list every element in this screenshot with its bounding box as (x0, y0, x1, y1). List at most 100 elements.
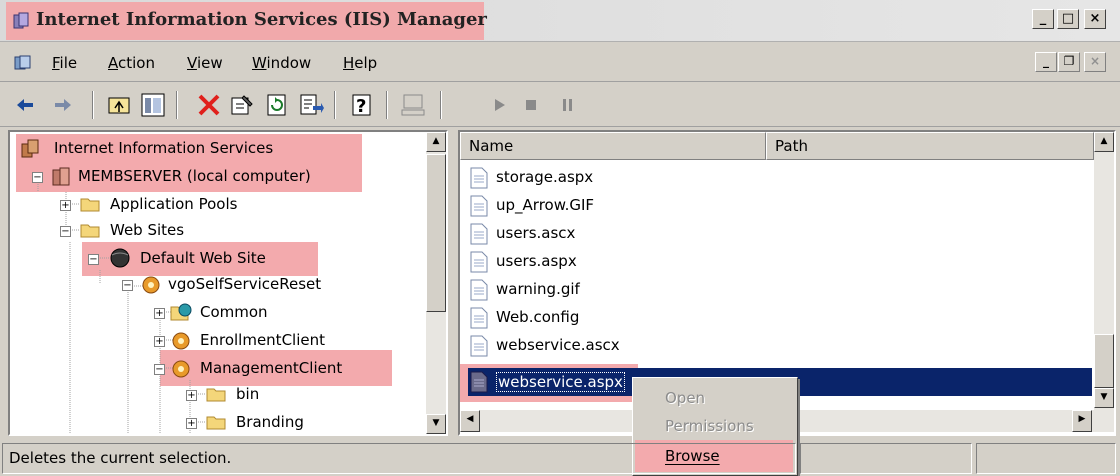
status-panel (976, 443, 1116, 474)
app-gear-icon (172, 332, 190, 350)
tree-node-managementclient[interactable]: − ManagementClient (152, 356, 392, 382)
help-icon[interactable]: ? (350, 92, 376, 118)
server-icon (52, 167, 70, 186)
tree-node-label: Web Sites (110, 221, 185, 239)
menu-view[interactable]: View (187, 54, 223, 72)
file-name: users.aspx (496, 252, 577, 270)
menu-window[interactable]: Window (252, 54, 311, 72)
folder-icon (80, 198, 100, 212)
file-name: warning.gif (496, 280, 580, 298)
scroll-down-icon[interactable]: ▼ (426, 414, 446, 434)
tree-node-label: ManagementClient (200, 359, 343, 377)
file-name: storage.aspx (496, 168, 594, 186)
file-name: webservice.aspx (496, 372, 625, 392)
app-gear-icon (172, 360, 190, 378)
list-scrollbar[interactable]: ▲ ▼ (1094, 132, 1114, 410)
expand-icon[interactable]: + (186, 418, 197, 429)
minimize-button[interactable]: _ (1032, 9, 1054, 29)
title-bar: Internet Information Services (IIS) Mana… (0, 0, 1120, 42)
file-icon (470, 335, 488, 357)
tree-pane[interactable]: Internet Information Services − MEMBSERV… (8, 130, 448, 436)
window-title: Internet Information Services (IIS) Mana… (36, 9, 487, 30)
scroll-thumb[interactable] (1094, 334, 1114, 388)
folder-icon (80, 224, 100, 238)
menu-file[interactable]: File (52, 54, 77, 72)
app-gear-icon (142, 276, 160, 294)
tree-node-label: bin (236, 385, 260, 403)
collapse-icon[interactable]: − (88, 254, 99, 265)
file-name: up_Arrow.GIF (496, 196, 595, 214)
export-list-icon[interactable] (298, 92, 324, 118)
properties-icon[interactable] (230, 92, 256, 118)
file-icon (470, 279, 488, 301)
tree-node-common[interactable]: + Common (152, 300, 392, 326)
tree-node-application-pools[interactable]: + Application Pools (50, 192, 330, 218)
toolbar-separator (334, 91, 336, 119)
tree-node-label: Default Web Site (140, 249, 266, 267)
expand-icon[interactable]: + (186, 390, 197, 401)
scroll-right-icon[interactable]: ▶ (1072, 410, 1092, 432)
up-folder-icon[interactable] (106, 92, 132, 118)
toolbar-separator (440, 91, 442, 119)
scroll-thumb[interactable] (426, 154, 446, 312)
show-tree-icon[interactable] (140, 92, 166, 118)
tree-scrollbar[interactable]: ▲ ▼ (426, 132, 446, 434)
file-icon (470, 371, 488, 393)
file-icon (470, 195, 488, 217)
tree-node-default-web-site[interactable]: − Default Web Site (82, 246, 322, 272)
status-message: Deletes the current selection. (2, 443, 796, 474)
refresh-icon[interactable] (264, 92, 290, 118)
tree-node-bin[interactable]: + bin (186, 382, 386, 408)
svg-text:?: ? (356, 96, 366, 117)
tree-node-web-sites[interactable]: − Web Sites (50, 218, 330, 244)
mdi-minimize-button[interactable]: _ (1035, 52, 1057, 72)
scroll-up-icon[interactable]: ▲ (426, 132, 446, 152)
forward-icon[interactable] (50, 92, 76, 118)
back-icon[interactable] (12, 92, 38, 118)
column-header-name[interactable]: Name (460, 132, 766, 160)
mmc-document-icon[interactable] (14, 55, 32, 71)
tree-node-label: Branding (236, 413, 304, 431)
scroll-down-icon[interactable]: ▼ (1094, 388, 1114, 408)
tree-node-membserver[interactable]: − MEMBSERVER (local computer) (18, 164, 358, 190)
menu-action[interactable]: Action (108, 54, 155, 72)
mdi-restore-button[interactable]: ❐ (1058, 52, 1080, 72)
context-item-open[interactable]: Open (635, 384, 793, 412)
tree-node-label: MEMBSERVER (local computer) (78, 167, 311, 185)
computer-icon (401, 94, 425, 116)
tree-node-label: Application Pools (110, 195, 238, 213)
tree-node-branding[interactable]: + Branding (186, 410, 386, 434)
scroll-up-icon[interactable]: ▲ (1094, 132, 1114, 152)
expand-icon[interactable]: + (60, 200, 71, 211)
tree-node-enrollmentclient[interactable]: + EnrollmentClient (152, 328, 392, 354)
toolbar: ? (0, 83, 1120, 127)
toolbar-separator (176, 91, 178, 119)
iis-root-icon (21, 139, 39, 158)
tree-node-vgoselfservicereset[interactable]: − vgoSelfServiceReset (120, 272, 380, 298)
tree-node-label: EnrollmentClient (200, 331, 325, 349)
file-icon (470, 307, 488, 329)
tree-node-iis-root[interactable]: Internet Information Services (18, 136, 348, 162)
expand-icon[interactable]: + (154, 308, 165, 319)
delete-icon[interactable] (196, 92, 222, 118)
close-button[interactable]: × (1084, 9, 1106, 29)
status-bar: Deletes the current selection. (0, 441, 1120, 476)
collapse-icon[interactable]: − (32, 172, 43, 183)
scroll-left-icon[interactable]: ◀ (460, 410, 480, 432)
collapse-icon[interactable]: − (154, 364, 165, 375)
folder-icon (206, 388, 226, 402)
collapse-icon[interactable]: − (122, 280, 133, 291)
collapse-icon[interactable]: − (60, 226, 71, 237)
folder-icon (206, 416, 226, 430)
mdi-close-button[interactable]: × (1084, 52, 1106, 72)
expand-icon[interactable]: + (154, 336, 165, 347)
menu-help[interactable]: Help (343, 54, 377, 72)
toolbar-separator (92, 91, 94, 119)
column-header-path[interactable]: Path (766, 132, 1094, 160)
tree-node-label: Common (200, 303, 268, 321)
tree-node-label: Internet Information Services (54, 139, 274, 157)
context-item-permissions[interactable]: Permissions (635, 412, 793, 440)
maximize-button[interactable]: □ (1057, 9, 1079, 29)
web-folder-icon (170, 303, 192, 321)
file-icon (470, 223, 488, 245)
